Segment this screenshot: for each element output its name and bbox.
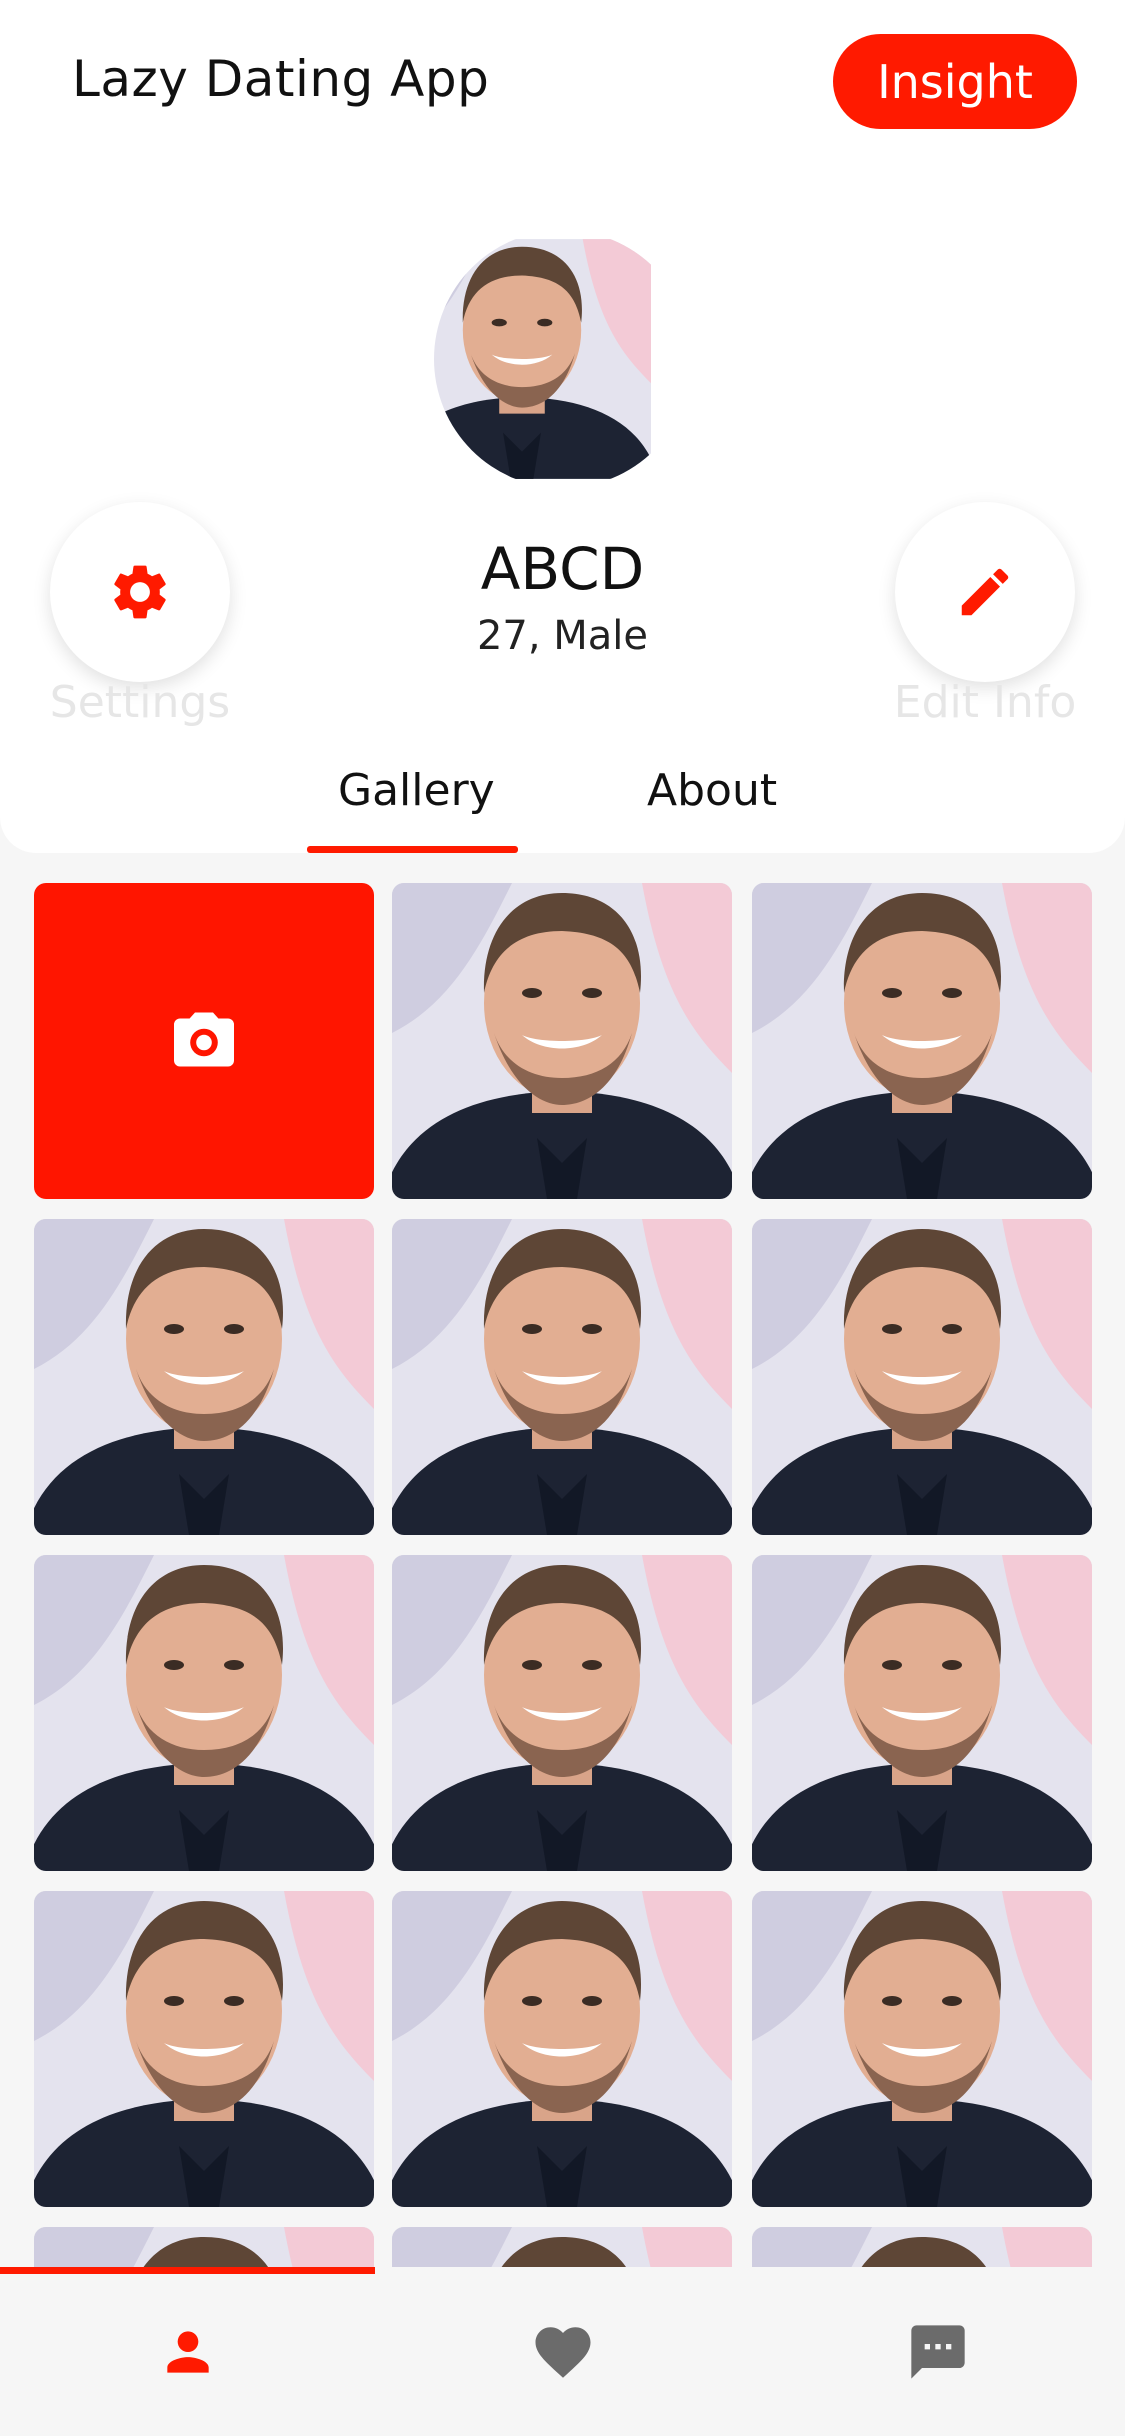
active-tab-indicator xyxy=(307,846,518,853)
nav-messages[interactable] xyxy=(750,2267,1125,2436)
gallery-photo[interactable] xyxy=(34,1555,374,1871)
camera-icon xyxy=(174,1012,234,1067)
heart-icon xyxy=(535,2326,590,2378)
gallery-photo[interactable] xyxy=(34,1891,374,2207)
avatar-photo xyxy=(434,230,692,488)
pencil-icon xyxy=(961,568,1009,616)
gallery-photo[interactable] xyxy=(752,883,1092,1199)
nav-profile[interactable] xyxy=(0,2267,375,2436)
chat-icon xyxy=(910,2324,965,2379)
gallery-photo[interactable] xyxy=(752,1891,1092,2207)
avatar[interactable] xyxy=(434,230,692,488)
app-title: Lazy Dating App xyxy=(72,50,490,108)
gallery-photo[interactable] xyxy=(34,1219,374,1535)
gallery-photo[interactable] xyxy=(392,1555,732,1871)
person-icon xyxy=(166,2330,209,2373)
settings-label: Settings xyxy=(49,677,231,728)
gallery-photo[interactable] xyxy=(752,1555,1092,1871)
edit-info-label: Edit Info xyxy=(893,677,1077,728)
edit-info-button[interactable] xyxy=(895,502,1075,682)
tab-about[interactable]: About xyxy=(647,765,777,816)
add-photo-button[interactable] xyxy=(34,883,374,1199)
gear-icon xyxy=(114,565,166,619)
settings-button[interactable] xyxy=(50,502,230,682)
profile-header-card: Lazy Dating App Insight ABCD 27, Male Se… xyxy=(0,0,1125,853)
insight-button[interactable]: Insight xyxy=(833,34,1077,129)
gallery-photo[interactable] xyxy=(392,883,732,1199)
gallery-photo[interactable] xyxy=(392,1891,732,2207)
tab-gallery[interactable]: Gallery xyxy=(338,765,495,816)
gallery-photo[interactable] xyxy=(752,1219,1092,1535)
nav-likes[interactable] xyxy=(375,2267,750,2436)
gallery-photo[interactable] xyxy=(392,1219,732,1535)
bottom-navigation-bar xyxy=(0,2267,1125,2436)
